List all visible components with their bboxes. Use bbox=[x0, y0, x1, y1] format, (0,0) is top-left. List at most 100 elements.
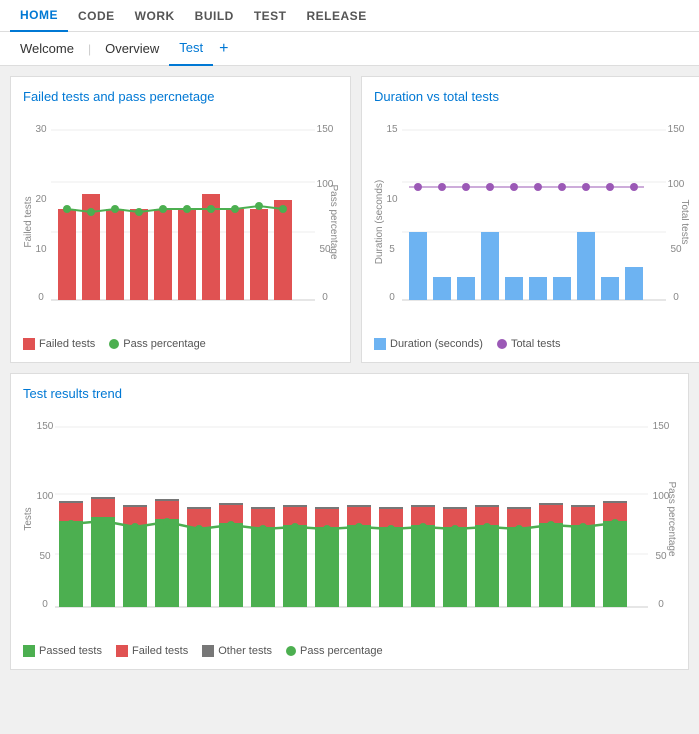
g3-red6 bbox=[219, 505, 243, 523]
y-left-20: 20 bbox=[35, 194, 47, 205]
g3-dot16 bbox=[547, 521, 555, 529]
g3-dot11 bbox=[387, 525, 395, 533]
pass-pct-line bbox=[71, 521, 615, 529]
g3-red15 bbox=[507, 509, 531, 527]
g3-dot18 bbox=[611, 519, 619, 527]
g3-gray17 bbox=[571, 505, 595, 507]
legend-total-dot bbox=[497, 339, 507, 349]
legend-failed: Failed tests bbox=[116, 645, 188, 657]
g3-red17 bbox=[571, 507, 595, 525]
subnav-test[interactable]: Test bbox=[169, 32, 213, 66]
g3-dot9 bbox=[323, 525, 331, 533]
nav-test[interactable]: TEST bbox=[244, 0, 297, 32]
chart1-area: 30 20 10 0 150 100 50 0 Failed tests Pas… bbox=[23, 112, 338, 332]
y3-50: 50 bbox=[39, 551, 51, 562]
g3-dot15 bbox=[515, 525, 523, 533]
g3-gray16 bbox=[539, 503, 563, 505]
y-right-0b: 0 bbox=[322, 292, 328, 303]
legend-failed-box2 bbox=[116, 645, 128, 657]
tot-dot5 bbox=[510, 183, 518, 191]
tot-dot7 bbox=[558, 183, 566, 191]
subnav-welcome[interactable]: Welcome bbox=[10, 32, 84, 66]
g3-gray11 bbox=[379, 507, 403, 509]
y3-100: 100 bbox=[37, 491, 54, 502]
nav-home[interactable]: HOME bbox=[10, 0, 68, 32]
dot1 bbox=[63, 205, 71, 213]
bar8 bbox=[226, 209, 244, 300]
nav-release[interactable]: RELEASE bbox=[297, 0, 377, 32]
chart1-svg: 30 20 10 0 150 100 50 0 Failed tests Pas… bbox=[23, 112, 338, 332]
g3-dot17 bbox=[579, 523, 587, 531]
y2-left-15: 15 bbox=[386, 124, 398, 135]
add-tab-button[interactable]: + bbox=[213, 32, 234, 66]
y2-right-150: 150 bbox=[668, 124, 685, 135]
dur-bar1 bbox=[409, 232, 427, 300]
chart3-title: Test results trend bbox=[23, 386, 676, 401]
chart1-title: Failed tests and pass percnetage bbox=[23, 89, 338, 104]
legend-pass-pct-item: Pass percentage bbox=[286, 645, 383, 657]
g3-green5 bbox=[187, 527, 211, 607]
g3-green16 bbox=[539, 523, 563, 607]
legend-passed-label: Passed tests bbox=[39, 645, 102, 657]
g3-gray10 bbox=[347, 505, 371, 507]
g3-green2 bbox=[91, 517, 115, 607]
dot7 bbox=[207, 205, 215, 213]
g3-red13 bbox=[443, 509, 467, 527]
g3-gray6 bbox=[219, 503, 243, 505]
legend-pass-dot bbox=[109, 339, 119, 349]
g3-gray15 bbox=[507, 507, 531, 509]
g3-green6 bbox=[219, 523, 243, 607]
trend-chart-card: Test results trend 150 100 50 0 150 100 … bbox=[10, 373, 689, 670]
y2-left-5: 5 bbox=[389, 244, 395, 255]
y-left-0: 0 bbox=[38, 292, 44, 303]
y-left-10: 10 bbox=[35, 244, 47, 255]
dur-bar4 bbox=[481, 232, 499, 300]
legend-duration: Duration (seconds) bbox=[374, 338, 483, 350]
chart1-legend: Failed tests Pass percentage bbox=[23, 338, 338, 350]
top-charts-row: Failed tests and pass percnetage 30 20 1… bbox=[10, 76, 689, 363]
g3-gray7 bbox=[251, 507, 275, 509]
g3-red12 bbox=[411, 507, 435, 525]
y3-right-0: 0 bbox=[658, 599, 664, 610]
g3-green9 bbox=[315, 527, 339, 607]
g3-dot2 bbox=[99, 517, 107, 525]
dot4 bbox=[135, 208, 143, 216]
main-content: Failed tests and pass percnetage 30 20 1… bbox=[0, 66, 699, 680]
legend-other-box bbox=[202, 645, 214, 657]
g3-green3 bbox=[123, 525, 147, 607]
tot-dot1 bbox=[414, 183, 422, 191]
subnav-overview[interactable]: Overview bbox=[95, 32, 169, 66]
nav-code[interactable]: CODE bbox=[68, 0, 125, 32]
dur-bar5 bbox=[505, 277, 523, 300]
chart2-area: 15 10 5 0 150 100 50 0 Duration (seconds… bbox=[374, 112, 689, 332]
bar1 bbox=[58, 209, 76, 300]
chart2-svg: 15 10 5 0 150 100 50 0 Duration (seconds… bbox=[374, 112, 689, 332]
dot9 bbox=[255, 202, 263, 210]
g3-red14 bbox=[475, 507, 499, 525]
nav-work[interactable]: WORK bbox=[125, 0, 185, 32]
y3-150: 150 bbox=[37, 421, 54, 432]
g3-red5 bbox=[187, 509, 211, 527]
y3-left-axis-label: Tests bbox=[23, 507, 34, 530]
g3-red10 bbox=[347, 507, 371, 525]
legend-failed-box bbox=[23, 338, 35, 350]
tot-dot6 bbox=[534, 183, 542, 191]
legend-total: Total tests bbox=[497, 338, 561, 350]
g3-green10 bbox=[347, 525, 371, 607]
bar3 bbox=[106, 209, 124, 300]
g3-red16 bbox=[539, 505, 563, 523]
bar5 bbox=[154, 209, 172, 300]
dur-bar6 bbox=[529, 277, 547, 300]
nav-build[interactable]: BUILD bbox=[185, 0, 244, 32]
y3-right-axis-label: Pass percentage bbox=[666, 481, 677, 556]
legend-pass-pct-label: Pass percentage bbox=[300, 645, 383, 657]
tot-dot2 bbox=[438, 183, 446, 191]
chart3-legend: Passed tests Failed tests Other tests Pa… bbox=[23, 645, 676, 657]
bar4 bbox=[130, 209, 148, 300]
tot-dot9 bbox=[606, 183, 614, 191]
bar9 bbox=[250, 209, 268, 300]
dot8 bbox=[231, 205, 239, 213]
dur-bar10 bbox=[625, 267, 643, 300]
legend-pass-pct: Pass percentage bbox=[109, 338, 206, 350]
bar10 bbox=[274, 200, 292, 300]
